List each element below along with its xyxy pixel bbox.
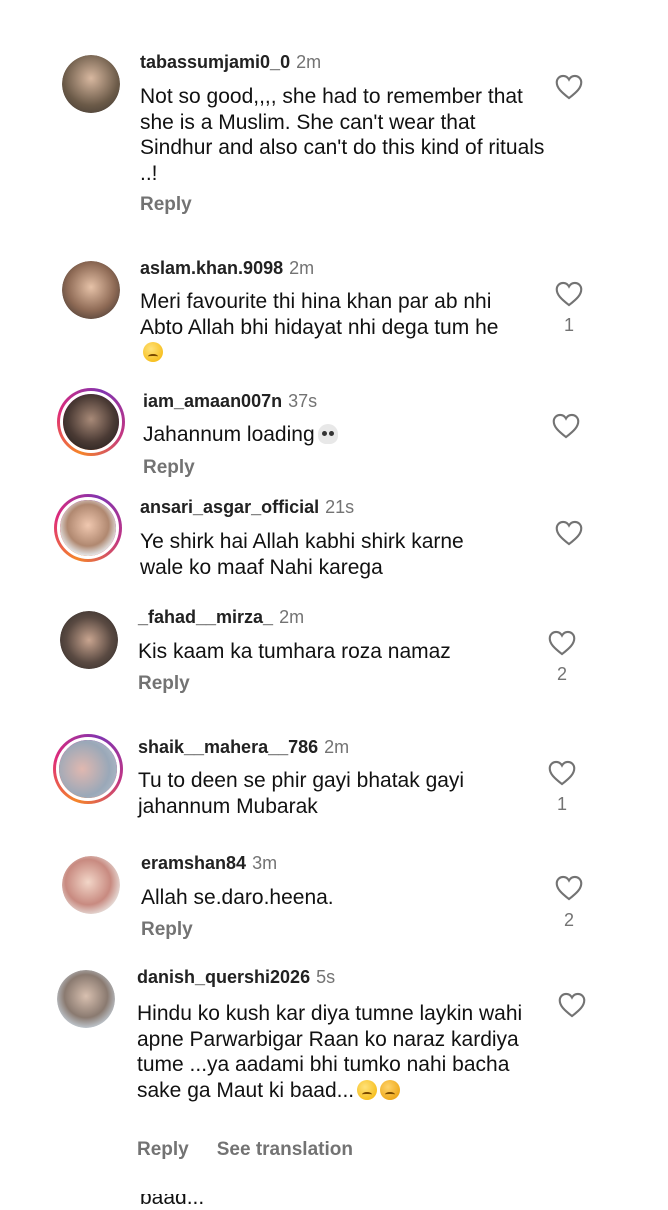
avatar[interactable] <box>57 970 115 1028</box>
comment-username[interactable]: ansari_asgar_official <box>140 497 319 517</box>
comment-text: Jahannum loading <box>143 423 315 446</box>
cutoff-text: baad... <box>140 1186 205 1209</box>
pensive-face-icon <box>143 342 163 362</box>
comment-username[interactable]: aslam.khan.9098 <box>140 258 283 278</box>
skull-icon <box>317 424 338 444</box>
comment-time: 5s <box>316 967 336 987</box>
comment-username[interactable]: tabassumjami0_0 <box>140 52 290 72</box>
comment-username[interactable]: iam_amaan007n <box>143 391 282 411</box>
angry-face-icon <box>380 1079 401 1100</box>
avatar[interactable] <box>62 856 120 914</box>
avatar[interactable] <box>62 261 120 319</box>
heart-icon[interactable] <box>555 520 583 546</box>
comment-text: Tu to deen se phir gayi bhatak gayi jaha… <box>138 769 465 818</box>
see-translation-button[interactable]: See translation <box>217 1139 353 1160</box>
avatar[interactable] <box>60 611 118 669</box>
comment-time: 21s <box>325 497 355 517</box>
comment-text: Hindu ko kush kar diya tumne laykin wahi… <box>137 1002 523 1102</box>
comment-time: 2m <box>296 52 322 72</box>
comment-body: Hindu ko kush kar diya tumne laykin wahi… <box>137 1001 527 1103</box>
heart-icon[interactable] <box>555 281 583 307</box>
heart-icon[interactable] <box>552 413 580 439</box>
like-count: 2 <box>563 910 574 930</box>
heart-icon[interactable] <box>555 875 583 901</box>
comment-time: 2m <box>324 737 350 757</box>
comment-username[interactable]: danish_quershi2026 <box>137 967 310 987</box>
avatar[interactable] <box>54 494 122 562</box>
like-count: 2 <box>556 664 567 684</box>
reply-button[interactable]: Reply <box>143 457 195 478</box>
comment-time: 37s <box>288 391 318 411</box>
like-count: 1 <box>563 315 574 335</box>
comment-body: Meri favourite thi hina khan par ab nhi … <box>140 289 515 366</box>
comment-username[interactable]: eramshan84 <box>141 853 246 873</box>
reply-button[interactable]: Reply <box>138 673 190 694</box>
avatar[interactable] <box>62 55 120 113</box>
heart-icon[interactable] <box>548 630 576 656</box>
comment-time: 2m <box>289 258 315 278</box>
heart-icon[interactable] <box>558 992 586 1018</box>
avatar[interactable] <box>53 734 123 804</box>
avatar[interactable] <box>57 388 125 456</box>
comment-text: Kis kaam ka tumhara roza namaz <box>138 640 451 663</box>
comment-text: Meri favourite thi hina khan par ab nhi … <box>140 290 499 339</box>
comment-username[interactable]: _fahad__mirza_ <box>138 607 273 627</box>
reply-button[interactable]: Reply <box>137 1139 189 1160</box>
comment-text: Not so good,,,, she had to remember that… <box>140 85 545 185</box>
comment-time: 2m <box>279 607 305 627</box>
smirking-face-icon <box>357 1079 378 1100</box>
comment-body: Jahannum loading <box>143 422 543 448</box>
heart-icon[interactable] <box>548 760 576 786</box>
comment-username[interactable]: shaik__mahera__786 <box>138 737 318 757</box>
comment-text: Allah se.daro.heena. <box>141 886 334 909</box>
reply-button[interactable]: Reply <box>141 919 193 940</box>
reply-button[interactable]: Reply <box>140 194 192 215</box>
comment-text: Ye shirk hai Allah kabhi shirk karne wal… <box>140 530 464 579</box>
comment-time: 3m <box>252 853 278 873</box>
heart-icon[interactable] <box>555 74 583 100</box>
like-count: 1 <box>556 794 567 814</box>
